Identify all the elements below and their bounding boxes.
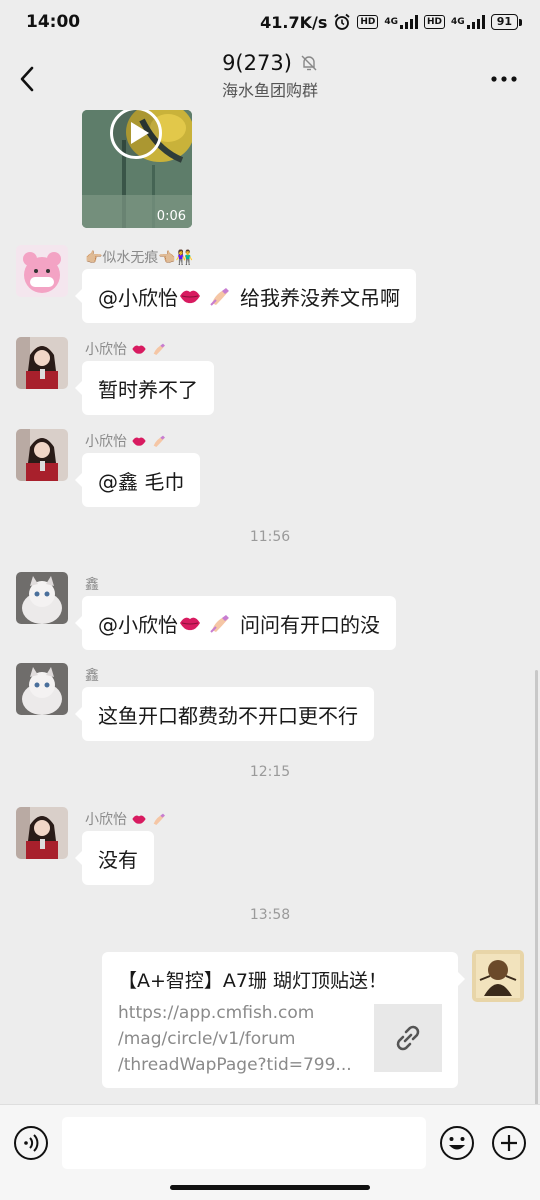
timestamp: 11:56 (249, 529, 291, 545)
video-message[interactable]: 0:06 (82, 110, 192, 228)
sender-name: 小欣怡 (85, 431, 167, 451)
battery-icon: 91 (490, 14, 523, 30)
link-icon (396, 1025, 420, 1051)
mute-bell-icon (301, 55, 317, 71)
status-icons: 41.7K/s HD 4G HD 4G 91 (260, 12, 523, 32)
message-text: 给我养没养文吊啊 (240, 285, 400, 310)
link-card-description: https://app.cmfish.com /mag/circle/v1/fo… (118, 1003, 352, 1075)
nail-polish-icon (210, 615, 229, 633)
scrollbar[interactable] (535, 670, 538, 1104)
hd-badge: HD (357, 15, 379, 29)
lips-icon (132, 815, 146, 824)
message-text: 没有 (98, 847, 138, 872)
emoji-button[interactable] (439, 1125, 475, 1161)
lips-icon (132, 437, 146, 446)
timestamp: 12:15 (249, 764, 291, 780)
link-card-title: 【A+智控】A7珊 瑚灯顶贴送！ (118, 970, 388, 992)
hd-badge-2: HD (424, 15, 446, 29)
video-duration: 0:06 (156, 209, 186, 224)
sender-name: 鑫 (85, 577, 99, 593)
sender-name: 鑫 (85, 668, 99, 684)
my-avatar[interactable] (472, 950, 524, 1002)
nail-polish-icon (153, 435, 165, 447)
message-mention: @小欣怡 (98, 285, 178, 310)
signal-icon (400, 15, 419, 29)
network-type-1: 4G (384, 17, 399, 27)
message-bubble[interactable]: @小欣怡 给我养没养文吊啊 (75, 269, 416, 323)
signal-icon-2 (466, 15, 485, 29)
avatar[interactable] (16, 807, 68, 859)
chat-area[interactable]: 0:06 👉🏼似水无痕👈🏼👫 @小欣怡 给我养没养文吊啊 小欣怡 暂时养不了 小… (0, 110, 540, 1104)
status-bar: 14:00 41.7K/s HD 4G HD 4G 91 (0, 0, 540, 44)
chat-title-block: 9(273) 海水鱼团购群 (222, 51, 318, 101)
nail-polish-icon (153, 343, 165, 355)
avatar[interactable] (16, 337, 68, 389)
message-input[interactable] (62, 1117, 426, 1169)
lips-icon (180, 290, 200, 304)
timestamp: 13:58 (249, 907, 291, 923)
nail-polish-icon (153, 813, 165, 825)
chat-subtitle: 海水鱼团购群 (221, 81, 318, 100)
more-button[interactable] (488, 64, 520, 94)
message-text: 这鱼开口都费劲不开口更不行 (98, 703, 358, 728)
home-indicator (170, 1185, 370, 1190)
voice-button[interactable] (13, 1125, 49, 1161)
message-text: 暂时养不了 (98, 377, 198, 402)
nail-polish-icon (210, 288, 229, 306)
more-functions-button[interactable] (491, 1125, 527, 1161)
emoji-icon (440, 1126, 474, 1160)
sender-name: 小欣怡 (85, 809, 167, 829)
link-card[interactable]: 【A+智控】A7珊 瑚灯顶贴送！ https://app.cmfish.com … (102, 952, 465, 1088)
sender-name: 👉🏼似水无痕👈🏼👫 (85, 250, 194, 266)
plus-icon (492, 1126, 526, 1160)
input-bar (0, 1104, 540, 1200)
message-mention: @小欣怡 (98, 612, 178, 637)
sender-name: 小欣怡 (85, 339, 167, 359)
back-button[interactable] (16, 64, 44, 94)
avatar[interactable] (16, 429, 68, 481)
chat-header: 9(273) 海水鱼团购群 (0, 44, 540, 110)
message-text: @鑫 毛巾 (98, 469, 185, 494)
avatar[interactable] (16, 245, 68, 297)
chat-title: 9(273) (222, 51, 292, 75)
network-type-2: 4G (451, 17, 465, 27)
message-bubble[interactable]: @鑫 毛巾 (74, 453, 201, 507)
message-bubble[interactable]: 暂时养不了 (75, 361, 214, 415)
network-speed: 41.7K/s (260, 12, 328, 32)
status-time: 14:00 (26, 12, 81, 32)
avatar[interactable] (16, 572, 68, 624)
lips-icon (132, 345, 146, 354)
lips-icon (180, 617, 200, 631)
message-text: 问问有开口的没 (240, 612, 380, 637)
message-bubble[interactable]: @小欣怡 问问有开口的没 (75, 596, 396, 650)
link-thumbnail (374, 1004, 442, 1072)
message-bubble[interactable]: 这鱼开口都费劲不开口更不行 (75, 687, 374, 741)
message-bubble[interactable]: 没有 (75, 831, 154, 885)
alarm-icon (334, 13, 350, 30)
voice-icon (14, 1126, 48, 1160)
more-icon (491, 76, 517, 82)
back-icon (20, 66, 34, 92)
avatar[interactable] (16, 663, 68, 715)
